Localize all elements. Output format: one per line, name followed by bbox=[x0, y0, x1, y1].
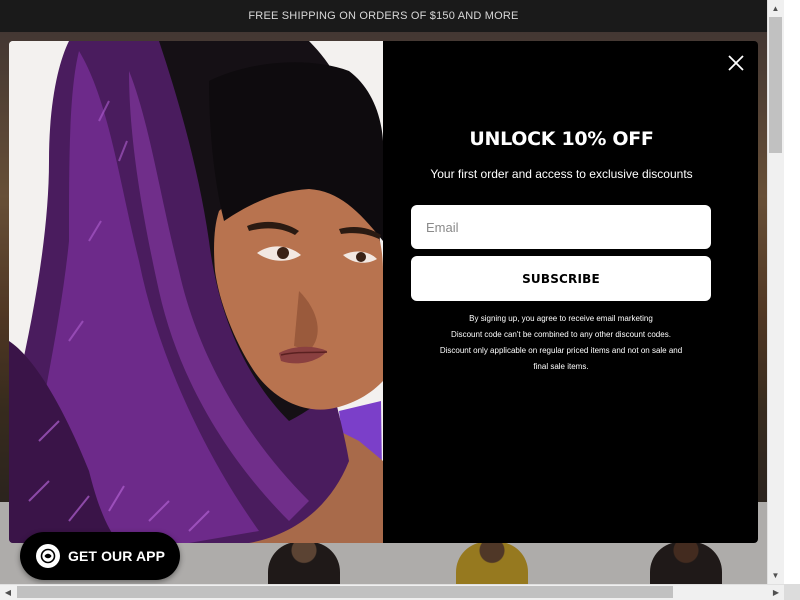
get-app-button[interactable]: GET OUR APP bbox=[20, 532, 180, 580]
vertical-scroll-thumb[interactable] bbox=[769, 17, 782, 153]
email-field[interactable] bbox=[411, 205, 711, 249]
scroll-left-icon[interactable]: ◀ bbox=[0, 584, 16, 600]
scroll-up-icon[interactable]: ▲ bbox=[767, 0, 784, 17]
modal-title: UNLOCK 10% OFF bbox=[469, 128, 654, 150]
terms-line: final sale items. bbox=[533, 362, 589, 371]
terms-line: Discount only applicable on regular pric… bbox=[439, 346, 683, 355]
horizontal-scroll-thumb[interactable] bbox=[17, 586, 673, 598]
scrollbar-corner bbox=[784, 584, 800, 600]
modal-subtitle: Your first order and access to exclusive… bbox=[430, 167, 693, 181]
announcement-text: FREE SHIPPING ON ORDERS OF $150 AND MORE bbox=[248, 10, 519, 22]
subscribe-button[interactable]: SUBSCRIBE bbox=[411, 256, 711, 301]
window-edge bbox=[784, 0, 800, 600]
app-logo-icon bbox=[36, 544, 60, 568]
announcement-bar: FREE SHIPPING ON ORDERS OF $150 AND MORE bbox=[0, 0, 767, 32]
close-icon[interactable] bbox=[724, 51, 748, 75]
scroll-down-icon[interactable]: ▼ bbox=[767, 567, 784, 584]
terms-text: By signing up, you agree to receive emai… bbox=[411, 311, 711, 375]
model-photo bbox=[9, 41, 383, 543]
get-app-label: GET OUR APP bbox=[68, 548, 166, 564]
scroll-right-icon[interactable]: ▶ bbox=[768, 584, 784, 600]
terms-line: By signing up, you agree to receive emai… bbox=[469, 314, 653, 323]
terms-line: Discount code can't be combined to any o… bbox=[451, 330, 671, 339]
